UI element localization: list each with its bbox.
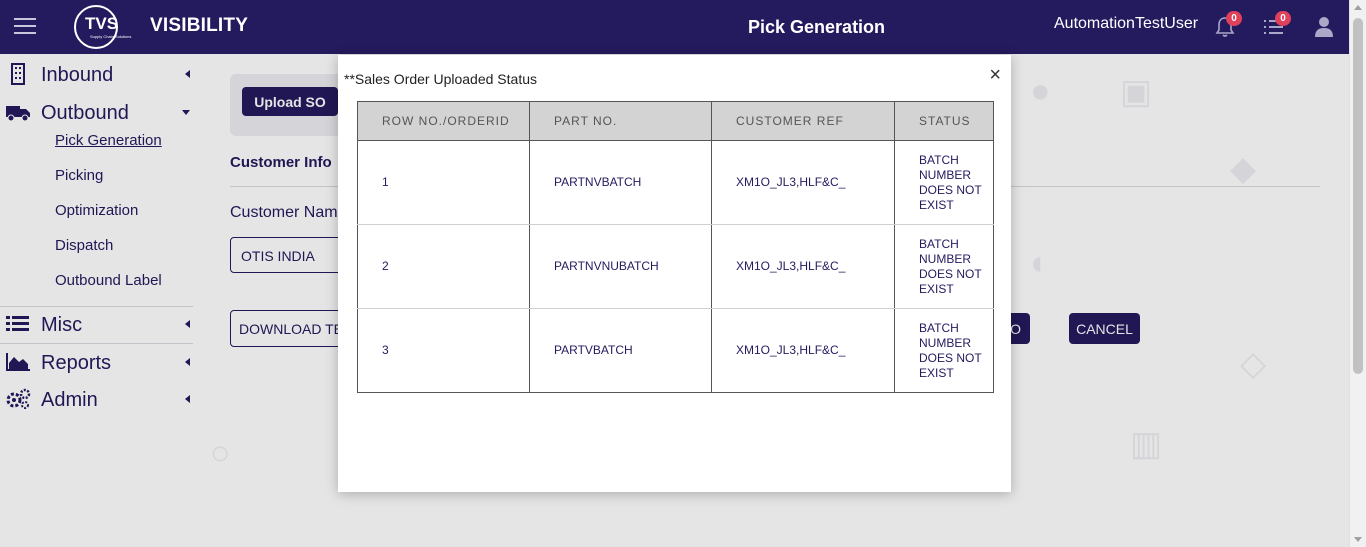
row-number-cell: 3 xyxy=(357,308,530,393)
column-header-part-no: PART NO. xyxy=(529,101,712,141)
page-title: Pick Generation xyxy=(748,17,886,37)
scroll-down-icon[interactable] xyxy=(1354,537,1362,542)
notification-count-badge: 0 xyxy=(1226,11,1242,26)
table-header-row: ROW NO./ORDERID PART NO. CUSTOMER REF ST… xyxy=(357,101,994,141)
brand-name: VISIBILITY xyxy=(150,15,249,36)
status-cell: BATCH NUMBER DOES NOT EXIST xyxy=(894,224,994,309)
top-header: TVS Supply Chain Solutions VISIBILITY Pi… xyxy=(0,0,1349,54)
status-cell: BATCH NUMBER DOES NOT EXIST xyxy=(894,308,994,393)
watermark-icon: ◇ xyxy=(1240,345,1267,383)
part-number-cell: PARTNVBATCH xyxy=(529,140,712,225)
tasks-button[interactable]: 0 xyxy=(1263,11,1291,38)
tvs-logo: TVS Supply Chain Solutions xyxy=(72,3,142,51)
upload-status-modal: **Sales Order Uploaded Status × ROW NO./… xyxy=(338,55,1011,492)
username[interactable]: AutomationTestUser xyxy=(1054,15,1198,33)
status-cell: BATCH NUMBER DOES NOT EXIST xyxy=(894,140,994,225)
table-row: 2 PARTNVNUBATCH XM1O_JL3,HLF&C_ BATCH NU… xyxy=(357,224,994,309)
watermark-icon: ▥ xyxy=(1130,425,1163,463)
task-count-badge: 0 xyxy=(1275,11,1291,26)
profile-button[interactable] xyxy=(1314,16,1338,38)
svg-text:Supply Chain Solutions: Supply Chain Solutions xyxy=(90,34,131,39)
close-icon[interactable]: × xyxy=(989,65,1001,85)
part-number-cell: PARTNVNUBATCH xyxy=(529,224,712,309)
column-header-status: STATUS xyxy=(894,101,994,141)
row-number-cell: 1 xyxy=(357,140,530,225)
svg-text:TVS: TVS xyxy=(85,14,118,33)
modal-title: **Sales Order Uploaded Status xyxy=(344,71,537,87)
scroll-up-icon[interactable] xyxy=(1354,5,1362,10)
hamburger-menu-icon[interactable] xyxy=(14,18,36,36)
column-header-customer-ref: CUSTOMER REF xyxy=(711,101,895,141)
part-number-cell: PARTVBATCH xyxy=(529,308,712,393)
watermark-icon: ▣ xyxy=(1120,73,1153,111)
page-scrollbar[interactable] xyxy=(1349,0,1366,547)
watermark-icon: ● xyxy=(1030,72,1051,110)
table-row: 1 PARTNVBATCH XM1O_JL3,HLF&C_ BATCH NUMB… xyxy=(357,140,994,225)
customer-ref-cell: XM1O_JL3,HLF&C_ xyxy=(711,308,895,393)
scroll-thumb[interactable] xyxy=(1353,18,1363,374)
column-header-row-no: ROW NO./ORDERID xyxy=(357,101,530,141)
customer-ref-cell: XM1O_JL3,HLF&C_ xyxy=(711,224,895,309)
notifications-button[interactable]: 0 xyxy=(1214,11,1242,38)
watermark-icon: ○ xyxy=(210,434,231,472)
watermark-icon: ◆ xyxy=(1230,150,1257,188)
user-icon xyxy=(1315,17,1333,37)
watermark-icon: ◐ xyxy=(1030,244,1051,282)
customer-ref-cell: XM1O_JL3,HLF&C_ xyxy=(711,140,895,225)
upload-status-table: ROW NO./ORDERID PART NO. CUSTOMER REF ST… xyxy=(357,101,994,393)
table-row: 3 PARTVBATCH XM1O_JL3,HLF&C_ BATCH NUMBE… xyxy=(357,308,994,393)
row-number-cell: 2 xyxy=(357,224,530,309)
